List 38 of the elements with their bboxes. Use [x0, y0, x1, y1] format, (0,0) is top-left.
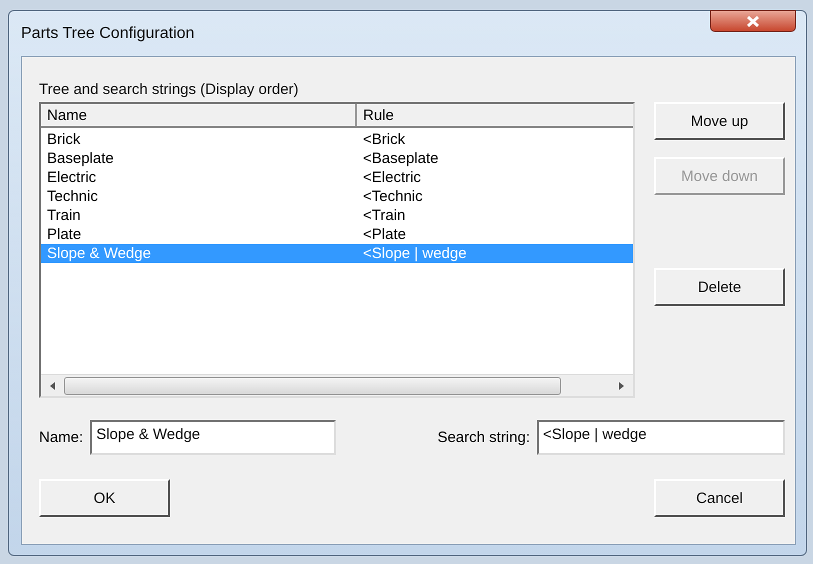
field-label: Name:	[39, 429, 84, 446]
name-text: Plate	[46, 225, 82, 244]
name-field[interactable]: Slope & Wedge	[90, 420, 336, 455]
close-button[interactable]	[710, 10, 796, 32]
name-text: Electric	[46, 168, 98, 187]
rule-text: <Brick	[362, 130, 406, 149]
ok-button[interactable]: OK	[39, 479, 170, 517]
name-text: Brick	[46, 130, 82, 149]
list-row[interactable]: Train <Train	[41, 206, 633, 225]
name-text: Train	[46, 206, 82, 225]
move-up-button[interactable]: Move up	[654, 102, 785, 140]
rule-text: <Technic	[362, 187, 424, 206]
rule-text: <Plate	[362, 225, 407, 244]
list-label: Tree and search strings (Display order)	[39, 81, 300, 98]
rule-text: <Electric	[362, 168, 422, 187]
window-title: Parts Tree Configuration	[21, 25, 194, 43]
search-field[interactable]: <Slope | wedge	[537, 420, 785, 455]
cancel-button[interactable]: Cancel	[654, 479, 785, 517]
horizontal-scrollbar[interactable]	[41, 374, 633, 396]
rule-text: <Slope | wedge	[362, 244, 468, 263]
list-row[interactable]: Electric <Electric	[41, 168, 633, 187]
close-icon	[747, 16, 759, 26]
name-text: Slope & Wedge	[46, 244, 152, 263]
scroll-left-icon[interactable]	[50, 382, 55, 390]
rule-text: <Train	[362, 206, 406, 225]
field-label: Search string:	[437, 429, 530, 446]
column-header[interactable]: Rule	[357, 104, 633, 126]
column-header[interactable]: Name	[41, 104, 357, 126]
list-row[interactable]: Baseplate <Baseplate	[41, 149, 633, 168]
delete-button[interactable]: Delete	[654, 268, 785, 306]
scroll-right-icon[interactable]	[619, 382, 624, 390]
list-row[interactable]: Brick <Brick	[41, 130, 633, 149]
scroll-thumb[interactable]	[64, 376, 561, 394]
rule-text: <Baseplate	[362, 149, 440, 168]
name-text: Baseplate	[46, 149, 115, 168]
list-row[interactable]: Plate <Plate	[41, 225, 633, 244]
name-text: Technic	[46, 187, 99, 206]
list-row[interactable]: Technic <Technic	[41, 187, 633, 206]
